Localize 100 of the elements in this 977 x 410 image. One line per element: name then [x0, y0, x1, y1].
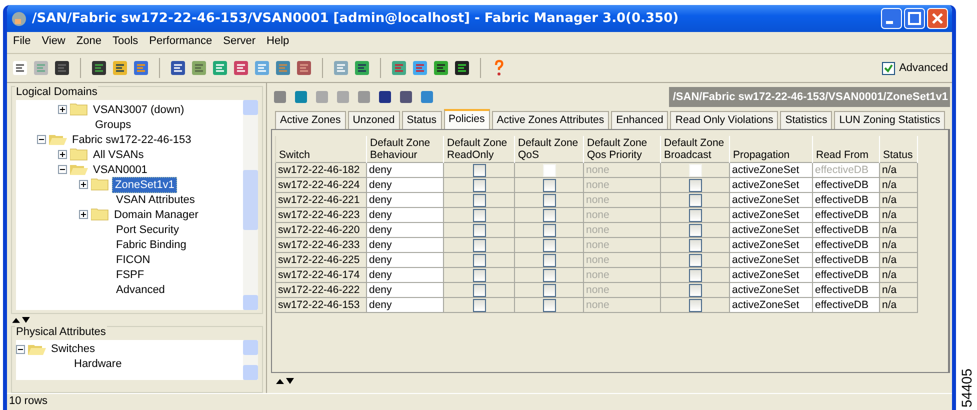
checkbox[interactable] — [472, 208, 486, 222]
table-cell: n/a — [880, 238, 918, 252]
tree-item[interactable]: Port Security — [114, 222, 181, 236]
tree-item[interactable]: Fabric Binding — [114, 238, 188, 252]
maximize-icon[interactable] — [904, 8, 925, 29]
splitter-arrows-icon[interactable] — [11, 316, 31, 324]
expand-icon[interactable] — [79, 180, 88, 189]
tree-item[interactable]: Hardware — [72, 357, 124, 372]
checkbox[interactable] — [542, 268, 556, 282]
splitter-arrows-icon[interactable] — [275, 377, 295, 385]
table-cell: n/a — [880, 252, 918, 268]
tree-item[interactable]: Advanced — [114, 282, 167, 296]
expand-icon[interactable] — [58, 105, 67, 114]
checkbox[interactable] — [542, 284, 556, 296]
tree-item[interactable]: Groups — [93, 118, 134, 132]
tree-item[interactable]: Domain Manager — [112, 208, 200, 222]
tree-item[interactable]: VSAN Attributes — [114, 192, 197, 206]
checkbox[interactable] — [688, 194, 702, 206]
tree-item[interactable]: Fabric sw172-22-46-153 — [70, 132, 194, 146]
status-text: 10 rows — [9, 395, 48, 407]
checkbox[interactable] — [472, 298, 486, 312]
column-header[interactable]: Default Zone Broadcast — [660, 136, 730, 162]
open-folder-icon — [49, 133, 67, 146]
table-cell: n/a — [880, 268, 918, 282]
checkbox[interactable] — [688, 298, 702, 312]
menu-item[interactable]: File — [13, 35, 31, 50]
checkbox[interactable] — [688, 208, 702, 222]
scrollbar[interactable] — [243, 340, 258, 380]
tab[interactable]: Read Only Violations — [670, 111, 778, 129]
table-cell: effectiveDB — [812, 162, 880, 178]
tab[interactable]: Active Zones — [275, 111, 346, 129]
collapse-icon[interactable] — [37, 135, 46, 144]
tree-item[interactable]: FICON — [114, 252, 152, 266]
checkbox[interactable] — [542, 298, 556, 312]
checkbox[interactable] — [688, 268, 702, 282]
tab[interactable]: Enhanced — [611, 111, 668, 129]
checkbox[interactable] — [688, 224, 702, 236]
menu-item[interactable]: Server — [223, 35, 256, 50]
table-cell: none — [584, 208, 660, 222]
checkbox[interactable] — [472, 178, 486, 192]
tab[interactable]: Unzoned — [348, 111, 400, 129]
table-cell: activeZoneSet — [730, 178, 812, 192]
checkbox[interactable] — [472, 268, 486, 282]
checkbox[interactable] — [542, 194, 556, 206]
expand-icon[interactable] — [58, 150, 67, 159]
tree-item[interactable]: VSAN3007 (down) — [91, 102, 186, 116]
column-header[interactable]: Default Zone Qos Priority — [584, 136, 660, 162]
menu-item[interactable]: Help — [266, 35, 290, 50]
checkbox[interactable] — [688, 254, 702, 266]
tab[interactable]: Status — [402, 111, 442, 129]
collapse-icon[interactable] — [16, 344, 25, 354]
advanced-checkbox[interactable] — [882, 62, 896, 74]
table-cell: deny — [366, 238, 444, 252]
tab[interactable]: LUN Zoning Statistics — [834, 111, 946, 129]
minimize-icon[interactable] — [881, 8, 902, 29]
checkbox[interactable] — [472, 254, 486, 266]
checkbox[interactable] — [542, 224, 556, 236]
table-cell: sw172-22-46-225 — [276, 252, 366, 268]
tree-item[interactable]: All VSANs — [91, 148, 146, 162]
table-cell: activeZoneSet — [730, 268, 812, 282]
checkbox[interactable] — [472, 284, 486, 296]
app-icon — [11, 10, 27, 26]
close-icon[interactable] — [927, 8, 948, 29]
checkbox[interactable] — [542, 238, 556, 252]
menu-item[interactable]: Zone — [76, 35, 102, 50]
checkbox[interactable] — [472, 164, 486, 176]
table-cell: deny — [366, 252, 444, 268]
table-cell: activeZoneSet — [730, 222, 812, 238]
table-cell: none — [584, 268, 660, 282]
menu-item[interactable]: Performance — [149, 35, 212, 50]
checkbox[interactable] — [688, 238, 702, 252]
window-title: /SAN/Fabric sw172-22-46-153/VSAN0001 [admin@localhost] - Fabric Manager 3.0(0.350) — [32, 11, 679, 26]
checkbox[interactable] — [542, 208, 556, 222]
collapse-icon[interactable] — [58, 165, 67, 174]
tree-item[interactable]: FSPF — [114, 268, 146, 282]
tree-item[interactable]: VSAN0001 — [91, 162, 150, 176]
tab[interactable]: Active Zones Attributes — [492, 111, 610, 129]
table-cell: n/a — [880, 222, 918, 238]
table-cell: sw172-22-46-220 — [276, 222, 366, 238]
table-cell: n/a — [880, 192, 918, 208]
menu-item[interactable]: Tools — [112, 35, 138, 50]
checkbox[interactable] — [688, 284, 702, 296]
scrollbar[interactable] — [243, 100, 258, 310]
expand-icon[interactable] — [79, 210, 88, 219]
tree-item[interactable]: Switches — [49, 342, 98, 356]
column-header[interactable]: Switch — [276, 136, 366, 162]
menu-item[interactable]: View — [42, 35, 66, 50]
checkbox[interactable] — [472, 194, 486, 206]
column-header[interactable]: Default Zone ReadOnly — [444, 136, 514, 162]
column-header[interactable]: Default Zone QoS — [514, 136, 584, 162]
tree-item[interactable]: ZoneSet1v1 — [112, 176, 178, 192]
checkbox[interactable] — [472, 238, 486, 252]
checkbox[interactable] — [542, 254, 556, 266]
checkbox[interactable] — [542, 178, 556, 192]
checkbox[interactable] — [472, 224, 486, 236]
tab[interactable]: Policies — [444, 109, 490, 129]
tab[interactable]: Statistics — [780, 111, 832, 129]
column-header[interactable]: Status — [880, 136, 918, 162]
checkbox[interactable] — [688, 178, 702, 192]
table-cell: deny — [366, 192, 444, 208]
